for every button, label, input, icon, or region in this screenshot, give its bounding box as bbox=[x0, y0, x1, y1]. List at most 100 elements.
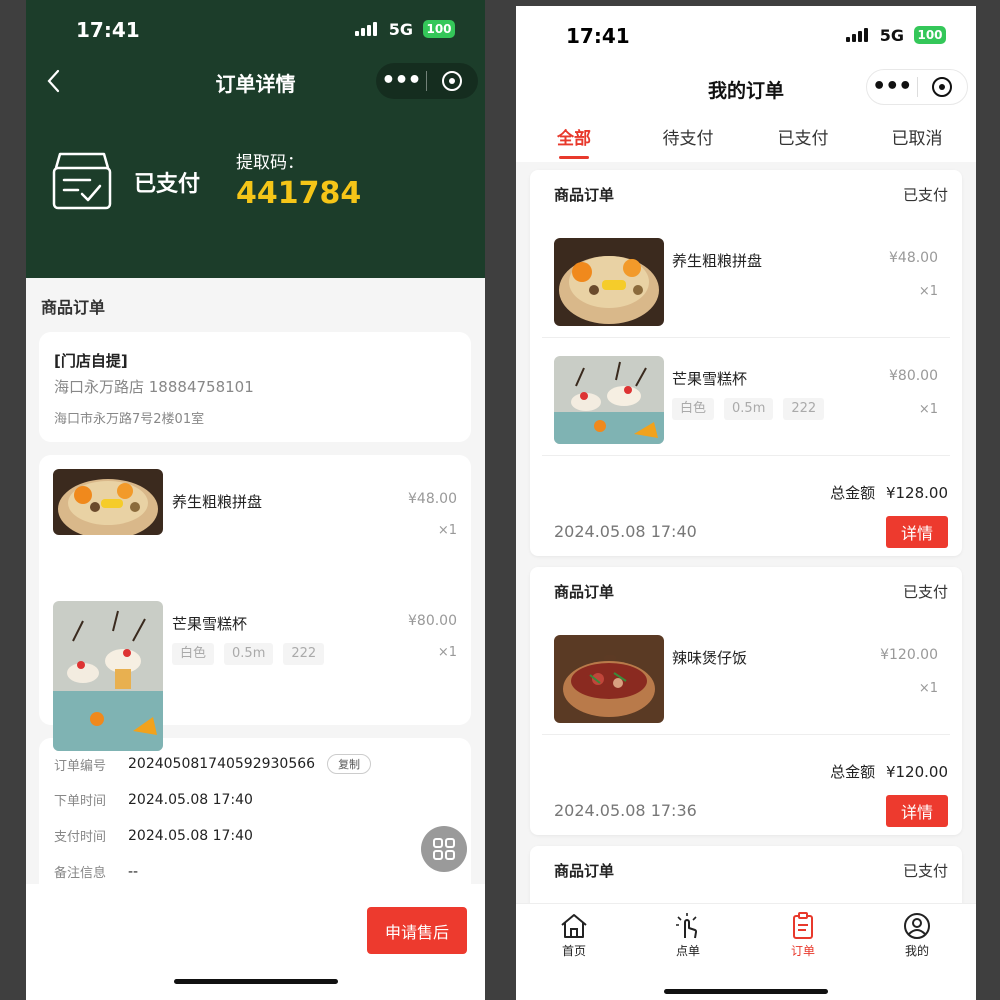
order-status-badge: 已支付 bbox=[902, 186, 948, 204]
item-price: ¥80.00 bbox=[408, 613, 457, 629]
my-orders-screen: 17:41 5G 100 我的订单 ••• 全部 待支付 已支付 已取消 商品订… bbox=[516, 6, 976, 1000]
order-time: 2024.05.08 17:40 bbox=[128, 791, 253, 808]
order-status-badge: 已支付 bbox=[902, 583, 948, 601]
bottom-tab-bar: 首页 点单 订单 我的 bbox=[516, 903, 976, 1000]
remark: -- bbox=[128, 863, 139, 880]
detail-button[interactable]: 详情 bbox=[886, 795, 948, 827]
tabbar-label: 点单 bbox=[675, 944, 700, 958]
order-card-title: 商品订单 bbox=[554, 186, 615, 204]
list-item: 芒果雪糕杯 ¥80.00 白色 0.5m 222 ×1 bbox=[542, 338, 950, 456]
item-name: 芒果雪糕杯 bbox=[172, 615, 248, 633]
battery-icon: 100 bbox=[914, 26, 946, 44]
order-card-title: 商品订单 bbox=[554, 862, 615, 880]
spec-tag: 222 bbox=[783, 398, 825, 420]
order-status-header: 17:41 5G 100 订单详情 ••• 已支付 提取码： 441784 bbox=[26, 0, 485, 278]
pickup-code-label: 提取码： bbox=[236, 153, 304, 173]
pay-time-row: 支付时间 2024.05.08 17:40 bbox=[54, 826, 253, 846]
tab-cancelled[interactable]: 已取消 bbox=[892, 124, 943, 149]
delivery-type: [门店自提] bbox=[54, 352, 128, 370]
status-bar: 17:41 5G 100 bbox=[26, 0, 485, 54]
store-address: 海口市永万路7号2楼01室 bbox=[54, 412, 205, 427]
tabbar-profile[interactable]: 我的 bbox=[887, 912, 947, 959]
home-indicator bbox=[664, 989, 828, 994]
order-card[interactable]: 商品订单 已支付 养生粗粮拼盘 ¥48.00 ×1 芒果雪糕杯 ¥80.00 白… bbox=[530, 170, 962, 556]
order-info-card: 订单编号 2024050817405929305​66 复制 下单时间 2024… bbox=[39, 738, 471, 898]
header: 17:41 5G 100 我的订单 ••• 全部 待支付 已支付 已取消 bbox=[516, 6, 976, 162]
remark-label: 备注信息 bbox=[54, 866, 107, 881]
order-number-label: 订单编号 bbox=[54, 758, 107, 774]
network-label: 5G bbox=[879, 26, 904, 45]
signal-icon bbox=[846, 28, 868, 42]
close-mini-program-icon[interactable] bbox=[427, 71, 477, 91]
item-qty: ×1 bbox=[437, 523, 457, 538]
item-price: ¥120.00 bbox=[880, 647, 938, 663]
more-icon[interactable]: ••• bbox=[376, 63, 426, 99]
order-number-row: 订单编号 2024050817405929305​66 复制 bbox=[54, 754, 372, 774]
item-qty: ×1 bbox=[437, 645, 457, 660]
item-name: 养生粗粮拼盘 bbox=[672, 252, 763, 270]
tab-pending-payment[interactable]: 待支付 bbox=[663, 124, 714, 149]
spec-tag: 0.5m bbox=[724, 398, 774, 420]
item-qty: ×1 bbox=[918, 284, 938, 299]
copy-button[interactable]: 复制 bbox=[327, 754, 372, 774]
store-name-phone: 海口永万路店 18884758101 bbox=[54, 378, 254, 396]
total-label: 总金额 bbox=[830, 484, 876, 502]
spec-tag: 白色 bbox=[172, 643, 215, 665]
item-specs: 白色 0.5m 222 bbox=[172, 643, 325, 665]
total-amount: ¥120.00 bbox=[885, 763, 948, 781]
user-icon bbox=[904, 913, 930, 939]
home-indicator bbox=[173, 979, 338, 984]
mini-program-capsule: ••• bbox=[866, 69, 968, 105]
item-qty: ×1 bbox=[918, 681, 938, 696]
tabbar-orders[interactable]: 订单 bbox=[773, 912, 833, 959]
bottom-action-bar: 申请售后 bbox=[26, 884, 485, 1000]
remark-row: 备注信息 -- bbox=[54, 862, 139, 882]
more-icon[interactable]: ••• bbox=[867, 69, 917, 105]
item-price: ¥80.00 bbox=[889, 368, 938, 384]
total-label: 总金额 bbox=[830, 763, 876, 781]
tap-icon bbox=[676, 913, 698, 939]
list-item[interactable]: 芒果雪糕杯 ¥80.00 白色 0.5m 222 ×1 bbox=[39, 601, 471, 751]
tab-all[interactable]: 全部 bbox=[557, 124, 591, 159]
network-label: 5G bbox=[388, 20, 413, 39]
mini-program-capsule: ••• bbox=[376, 63, 478, 99]
order-time: 2024.05.08 17:36 bbox=[554, 801, 697, 820]
tabbar-label: 我的 bbox=[904, 944, 929, 958]
after-sale-button[interactable]: 申请售后 bbox=[367, 907, 467, 954]
section-title: 商品订单 bbox=[41, 298, 106, 317]
battery-icon: 100 bbox=[423, 20, 455, 38]
clipboard-icon bbox=[793, 912, 813, 939]
list-item: 养生粗粮拼盘 ¥48.00 ×1 bbox=[542, 220, 950, 338]
order-total: 总金额 ¥120.00 bbox=[830, 761, 948, 782]
tabbar-home[interactable]: 首页 bbox=[544, 912, 604, 959]
order-status-badge: 已支付 bbox=[902, 862, 948, 880]
status-time: 17:41 bbox=[76, 18, 140, 42]
grain-platter-image bbox=[53, 469, 163, 535]
item-price: ¥48.00 bbox=[408, 491, 457, 507]
spec-tag: 222 bbox=[283, 643, 325, 665]
list-item[interactable]: 养生粗粮拼盘 ¥48.00 ×1 bbox=[39, 467, 471, 587]
signal-icon bbox=[355, 22, 377, 36]
item-name: 芒果雪糕杯 bbox=[672, 370, 748, 388]
item-name: 辣味煲仔饭 bbox=[672, 649, 748, 667]
spec-tag: 白色 bbox=[672, 398, 715, 420]
order-total: 总金额 ¥128.00 bbox=[830, 482, 948, 503]
item-qty: ×1 bbox=[918, 402, 938, 417]
tabbar-order-food[interactable]: 点单 bbox=[658, 912, 718, 959]
claypot-rice-image bbox=[554, 635, 664, 723]
home-icon bbox=[561, 914, 587, 938]
list-item: 辣味煲仔饭 ¥120.00 ×1 bbox=[542, 617, 950, 735]
item-price: ¥48.00 bbox=[889, 250, 938, 266]
tab-paid[interactable]: 已支付 bbox=[778, 124, 829, 149]
tabbar-label: 首页 bbox=[561, 944, 586, 958]
pay-time: 2024.05.08 17:40 bbox=[128, 827, 253, 844]
order-card[interactable]: 商品订单 已支付 辣味煲仔饭 ¥120.00 ×1 总金额 ¥120.00 20… bbox=[530, 567, 962, 835]
spec-tag: 0.5m bbox=[224, 643, 274, 665]
pickup-code: 441784 bbox=[236, 176, 362, 211]
mango-sundae-image bbox=[554, 356, 664, 444]
close-mini-program-icon[interactable] bbox=[917, 77, 967, 97]
pay-time-label: 支付时间 bbox=[54, 830, 107, 845]
status-time: 17:41 bbox=[566, 24, 630, 48]
grid-menu-icon[interactable] bbox=[421, 826, 467, 872]
detail-button[interactable]: 详情 bbox=[886, 516, 948, 548]
